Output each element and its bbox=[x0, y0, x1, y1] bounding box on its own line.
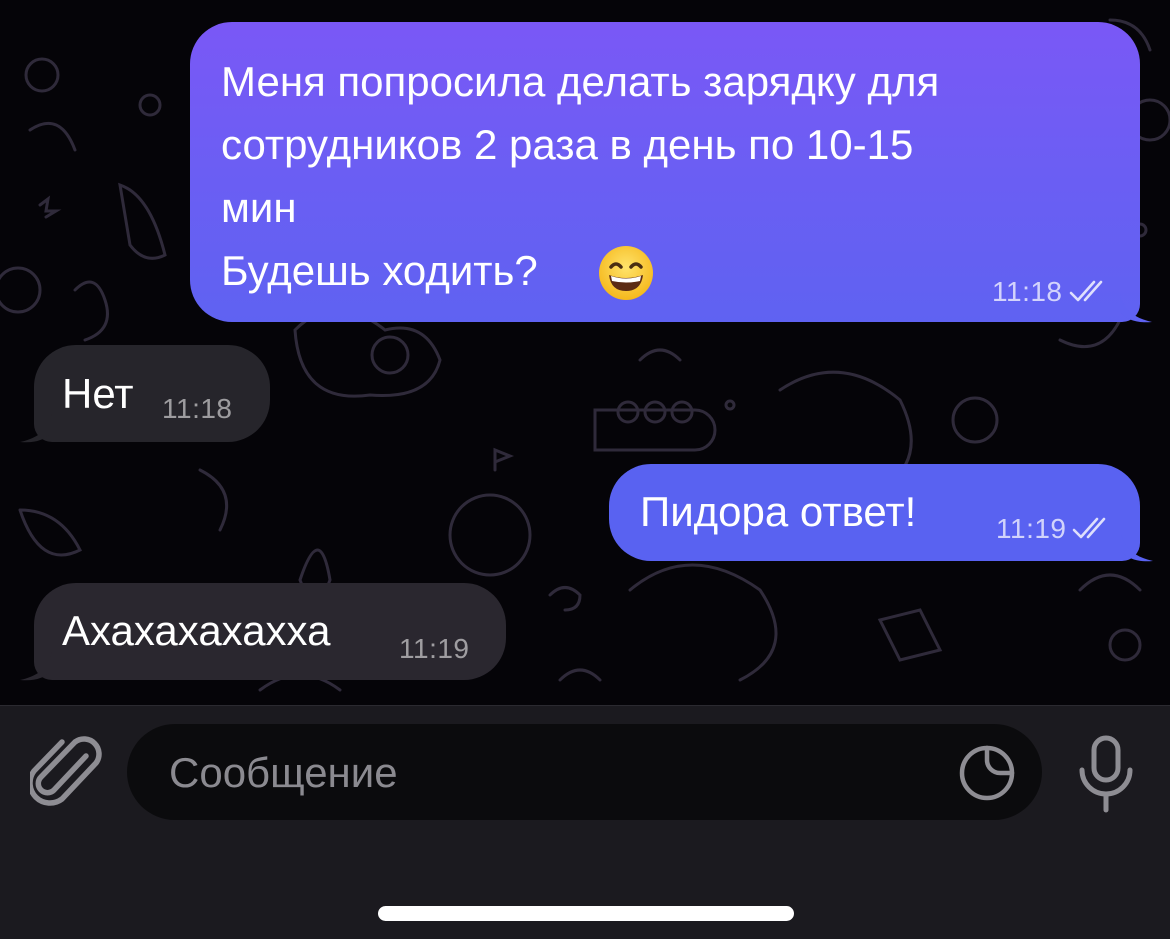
message-time: 11:18 bbox=[162, 393, 233, 424]
message-text: Меня попросила делать зарядку для сотруд… bbox=[221, 58, 940, 294]
message-composer bbox=[0, 705, 1170, 939]
grinning-face-emoji bbox=[599, 246, 653, 300]
message-text: Ахахахахахха bbox=[62, 607, 331, 654]
double-check-icon bbox=[1069, 280, 1103, 302]
bubble-tail bbox=[1120, 294, 1152, 323]
message-bubble-outgoing[interactable]: Пидора ответ! 11:19 bbox=[609, 464, 1153, 562]
message-list[interactable]: Меня попросила делать зарядку для сотруд… bbox=[0, 0, 1170, 705]
message-bubble-outgoing[interactable]: Меня попросила делать зарядку для сотруд… bbox=[190, 22, 1152, 323]
message-time: 11:18 bbox=[992, 276, 1063, 307]
bubble-tail bbox=[20, 652, 52, 681]
paperclip-icon[interactable] bbox=[30, 734, 104, 812]
bubble-tail bbox=[1121, 533, 1153, 562]
message-input-field[interactable] bbox=[127, 724, 1042, 822]
chat-screen: Меня попросила делать зарядку для сотруд… bbox=[0, 0, 1170, 939]
message-text: Нет bbox=[62, 370, 134, 417]
sticker-icon[interactable] bbox=[958, 744, 1016, 802]
bubble-tail bbox=[20, 414, 52, 443]
message-text: Пидора ответ! bbox=[640, 488, 917, 535]
double-check-icon bbox=[1072, 517, 1106, 539]
message-input[interactable] bbox=[167, 724, 941, 822]
microphone-icon[interactable] bbox=[1076, 734, 1136, 814]
message-time: 11:19 bbox=[996, 513, 1067, 544]
message-bubble-incoming[interactable]: Нет 11:18 bbox=[20, 345, 270, 443]
home-indicator bbox=[378, 906, 794, 921]
message-bubble-incoming[interactable]: Ахахахахахха 11:19 bbox=[20, 583, 506, 681]
message-time: 11:19 bbox=[399, 633, 470, 664]
